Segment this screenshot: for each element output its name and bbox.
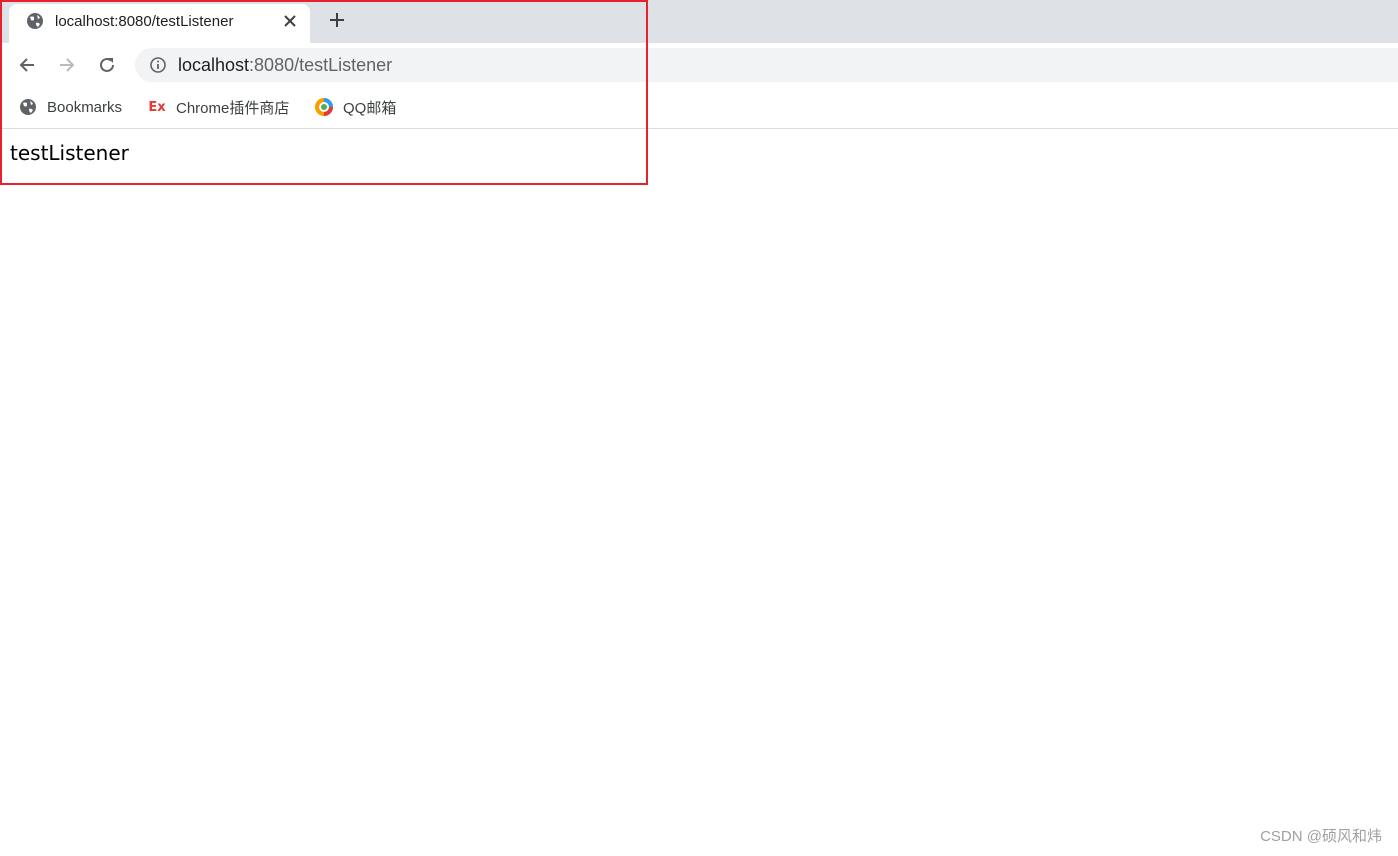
reload-button[interactable] <box>95 53 119 77</box>
bookmark-qq-mail[interactable]: QQ邮箱 <box>314 96 396 118</box>
qq-mail-icon <box>314 97 334 117</box>
close-icon[interactable] <box>281 12 299 30</box>
active-tab[interactable]: localhost:8080/testListener <box>9 4 310 43</box>
bookmarks-bar: Bookmarks Ex Chrome插件商店 QQ邮箱 <box>0 87 1398 129</box>
ex-extension-icon: Ex <box>148 99 166 115</box>
bookmark-label: Bookmarks <box>47 98 123 116</box>
new-tab-button[interactable] <box>326 9 348 31</box>
url-path: :8080/testListener <box>249 55 393 75</box>
arrow-right-icon <box>60 58 75 72</box>
toolbar: localhost:8080/testListener <box>0 43 1398 87</box>
bookmark-label: QQ邮箱 <box>343 99 397 117</box>
tab-strip: localhost:8080/testListener <box>0 0 1398 43</box>
globe-icon <box>26 12 44 30</box>
arrow-left-icon <box>19 58 34 72</box>
bookmark-bookmarks[interactable]: Bookmarks <box>18 96 122 118</box>
page-body-text: testListener <box>10 141 129 165</box>
globe-icon <box>18 97 38 117</box>
url-text: localhost:8080/testListener <box>178 55 392 76</box>
bookmark-chrome-store[interactable]: Ex Chrome插件商店 <box>147 96 289 118</box>
info-icon[interactable] <box>149 56 167 74</box>
watermark: CSDN @硕风和炜 <box>1260 828 1382 845</box>
bookmark-label: Chrome插件商店 <box>176 99 290 117</box>
url-host: localhost <box>178 55 250 75</box>
reload-icon <box>100 57 114 72</box>
back-button[interactable] <box>15 53 39 77</box>
address-bar[interactable]: localhost:8080/testListener <box>135 48 1398 82</box>
plus-icon <box>330 13 344 27</box>
tab-title: localhost:8080/testListener <box>55 13 234 30</box>
forward-button[interactable] <box>55 53 79 77</box>
